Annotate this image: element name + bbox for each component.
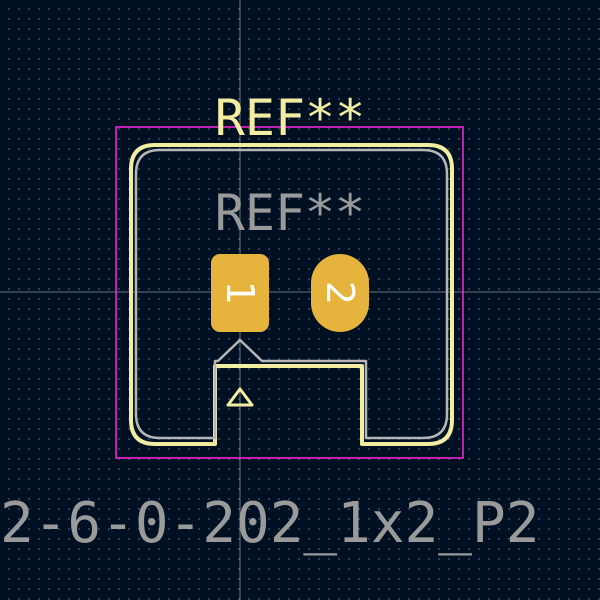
pad-2-number: 2 <box>318 281 362 305</box>
footprint-view: 1 2 REF** REF** 2-6-0-202_1x2_P2 <box>0 0 600 600</box>
value-fab-text[interactable]: 2-6-0-202_1x2_P2 <box>0 491 539 556</box>
reference-silkscreen-text[interactable]: REF** <box>215 89 366 147</box>
reference-fab-text[interactable]: REF** <box>215 184 366 242</box>
pad-1-number: 1 <box>218 281 262 305</box>
pcb-canvas[interactable]: 1 2 REF** REF** 2-6-0-202_1x2_P2 <box>0 0 600 600</box>
